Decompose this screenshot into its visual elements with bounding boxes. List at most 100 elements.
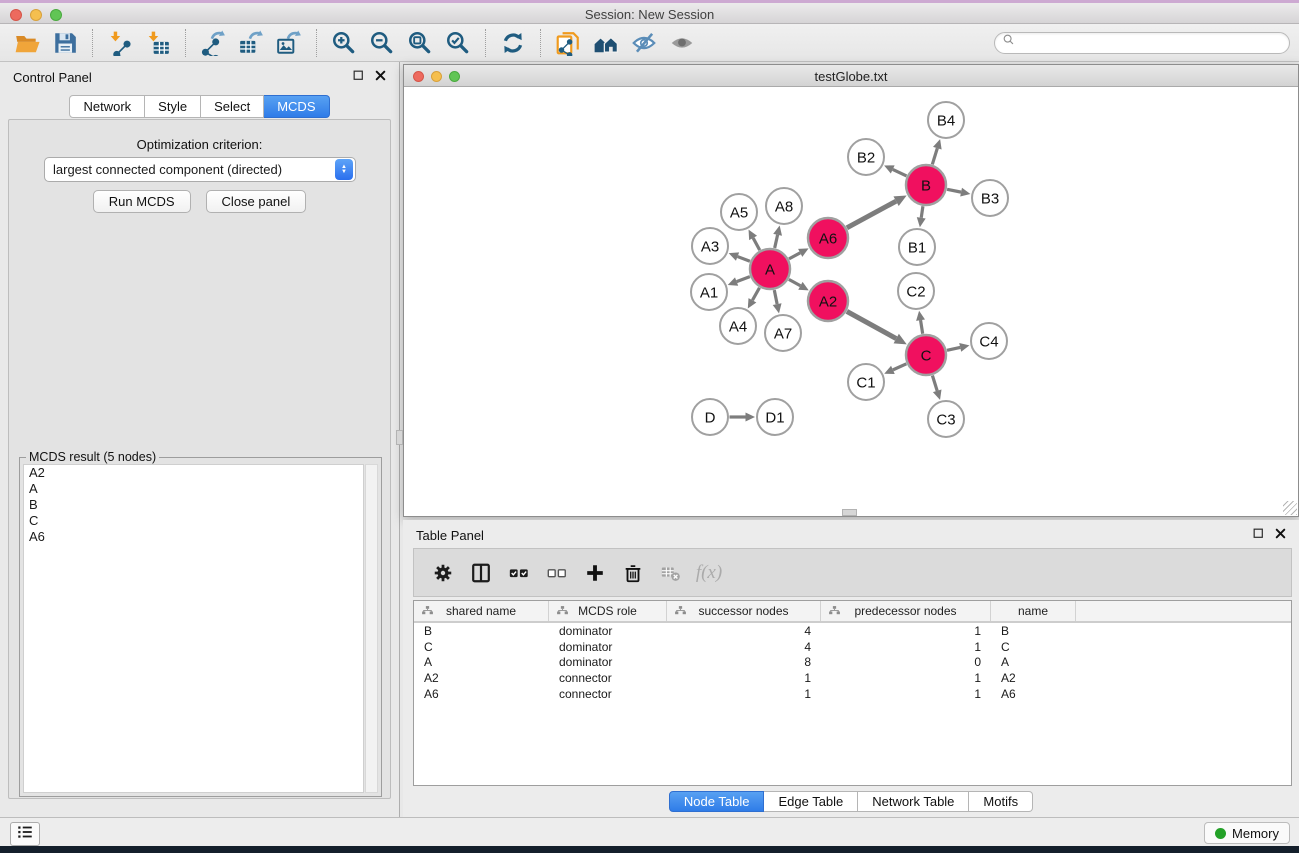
- main-toolbar: [0, 24, 1299, 62]
- tab-network[interactable]: Network: [69, 95, 145, 118]
- close-panel-icon[interactable]: [374, 69, 387, 87]
- network-canvas[interactable]: B4B2BB3A5A8A6A3B1AA1C2A2A4A7C4CC1C3DD1: [404, 87, 1298, 516]
- result-scrollbar[interactable]: [365, 464, 378, 793]
- edge-C-C3[interactable]: [932, 376, 937, 391]
- export-table-button[interactable]: [232, 27, 270, 59]
- column-header-name[interactable]: name: [991, 601, 1076, 621]
- tab-node-table[interactable]: Node Table: [669, 791, 765, 812]
- export-image-button[interactable]: [270, 27, 308, 59]
- table-cell: 1: [821, 687, 991, 701]
- tab-edge-table[interactable]: Edge Table: [764, 791, 858, 812]
- column-header-MCDS-role[interactable]: MCDS role: [549, 601, 667, 621]
- edge-C-C4[interactable]: [947, 347, 960, 350]
- mcds-result-item[interactable]: A2: [24, 465, 363, 481]
- save-session-button[interactable]: [46, 27, 84, 59]
- node-label-C3: C3: [936, 411, 955, 428]
- column-view-button[interactable]: [464, 556, 498, 590]
- search-input[interactable]: [1017, 34, 1289, 52]
- tab-mcds[interactable]: MCDS: [264, 95, 329, 118]
- memory-button[interactable]: Memory: [1204, 822, 1290, 844]
- edge-B-B1[interactable]: [921, 206, 923, 218]
- network-window-titlebar[interactable]: testGlobe.txt: [404, 65, 1298, 87]
- add-column-button[interactable]: [578, 556, 612, 590]
- search-field[interactable]: [994, 32, 1290, 54]
- edge-A-A2[interactable]: [789, 279, 801, 285]
- edge-A-A5[interactable]: [753, 238, 760, 250]
- desktop-background-strip: [0, 846, 1299, 853]
- mcds-result-item[interactable]: C: [24, 513, 363, 529]
- edge-B-B2[interactable]: [893, 169, 907, 175]
- edge-arrowhead: [773, 226, 782, 236]
- column-type-icon: [828, 605, 841, 621]
- float-panel-icon[interactable]: [352, 69, 365, 87]
- table-row[interactable]: A2connector11A2: [414, 670, 1291, 686]
- edge-C-C1[interactable]: [893, 364, 906, 370]
- open-file-button[interactable]: [8, 27, 46, 59]
- edge-A-A1[interactable]: [737, 277, 750, 282]
- table-panel-tabs: Node TableEdge TableNetwork TableMotifs: [403, 791, 1299, 812]
- edge-C-C2[interactable]: [921, 320, 923, 334]
- window-title: Session: New Session: [0, 7, 1299, 22]
- close-table-panel-icon[interactable]: [1274, 527, 1287, 545]
- hide-selected-icon: [631, 30, 657, 56]
- zoom-in-button[interactable]: [325, 27, 363, 59]
- table-row[interactable]: Cdominator41C: [414, 639, 1291, 655]
- toolbar-separator: [485, 29, 486, 57]
- first-neighbors-button[interactable]: [587, 27, 625, 59]
- gear-button[interactable]: [426, 556, 460, 590]
- show-graphics-details-button[interactable]: [663, 27, 701, 59]
- import-network-button[interactable]: [101, 27, 139, 59]
- refresh-button[interactable]: [494, 27, 532, 59]
- column-header-predecessor-nodes[interactable]: predecessor nodes: [821, 601, 991, 621]
- edge-A2-C[interactable]: [847, 311, 896, 338]
- edge-arrowhead: [916, 311, 925, 321]
- edge-A-A7[interactable]: [774, 290, 777, 304]
- zoom-out-button[interactable]: [363, 27, 401, 59]
- edge-A-A8[interactable]: [775, 235, 778, 248]
- horizontal-splitter-handle[interactable]: [842, 509, 857, 516]
- mcds-result-item[interactable]: A6: [24, 529, 363, 545]
- export-network-button[interactable]: [194, 27, 232, 59]
- node-label-D1: D1: [765, 409, 784, 426]
- edge-A6-B[interactable]: [847, 201, 896, 228]
- optimization-criterion-dropdown[interactable]: largest connected component (directed) ▲…: [44, 157, 356, 182]
- edge-A-A4[interactable]: [752, 288, 759, 301]
- tab-motifs[interactable]: Motifs: [969, 791, 1033, 812]
- node-label-C1: C1: [856, 374, 875, 391]
- first-neighbors-icon: [593, 30, 619, 56]
- edge-A-A3[interactable]: [738, 257, 750, 262]
- float-table-panel-icon[interactable]: [1252, 527, 1265, 545]
- save-session-icon: [52, 30, 78, 56]
- table-row[interactable]: Adominator80A: [414, 654, 1291, 670]
- zoom-fit-button[interactable]: [401, 27, 439, 59]
- delete-column-button[interactable]: [616, 556, 650, 590]
- mcds-result-item[interactable]: A: [24, 481, 363, 497]
- dropdown-selected-value: largest connected component (directed): [45, 162, 335, 177]
- hide-selected-button[interactable]: [625, 27, 663, 59]
- window-resize-grip[interactable]: [1283, 501, 1297, 515]
- deselect-all-button[interactable]: [540, 556, 574, 590]
- table-cell: 4: [667, 640, 821, 654]
- table-row[interactable]: A6connector11A6: [414, 686, 1291, 702]
- column-header-successor-nodes[interactable]: successor nodes: [667, 601, 821, 621]
- edge-A-A6[interactable]: [789, 253, 800, 259]
- tab-style[interactable]: Style: [145, 95, 201, 118]
- column-header-shared-name[interactable]: shared name: [414, 601, 549, 621]
- copy-network-button[interactable]: [549, 27, 587, 59]
- tab-select[interactable]: Select: [201, 95, 264, 118]
- close-panel-button[interactable]: Close panel: [206, 190, 307, 213]
- table-row[interactable]: Bdominator41B: [414, 623, 1291, 639]
- table-cell: dominator: [549, 640, 667, 654]
- node-label-D: D: [705, 409, 716, 426]
- edge-B-B4[interactable]: [932, 148, 937, 164]
- zoom-selected-button[interactable]: [439, 27, 477, 59]
- show-panels-button[interactable]: [10, 822, 40, 846]
- mcds-result-item[interactable]: B: [24, 497, 363, 513]
- tab-network-table[interactable]: Network Table: [858, 791, 969, 812]
- edge-B-B3[interactable]: [947, 189, 961, 192]
- vertical-splitter-handle[interactable]: [396, 430, 403, 445]
- import-table-button[interactable]: [139, 27, 177, 59]
- select-all-button[interactable]: [502, 556, 536, 590]
- node-label-B1: B1: [908, 239, 926, 256]
- run-mcds-button[interactable]: Run MCDS: [93, 190, 191, 213]
